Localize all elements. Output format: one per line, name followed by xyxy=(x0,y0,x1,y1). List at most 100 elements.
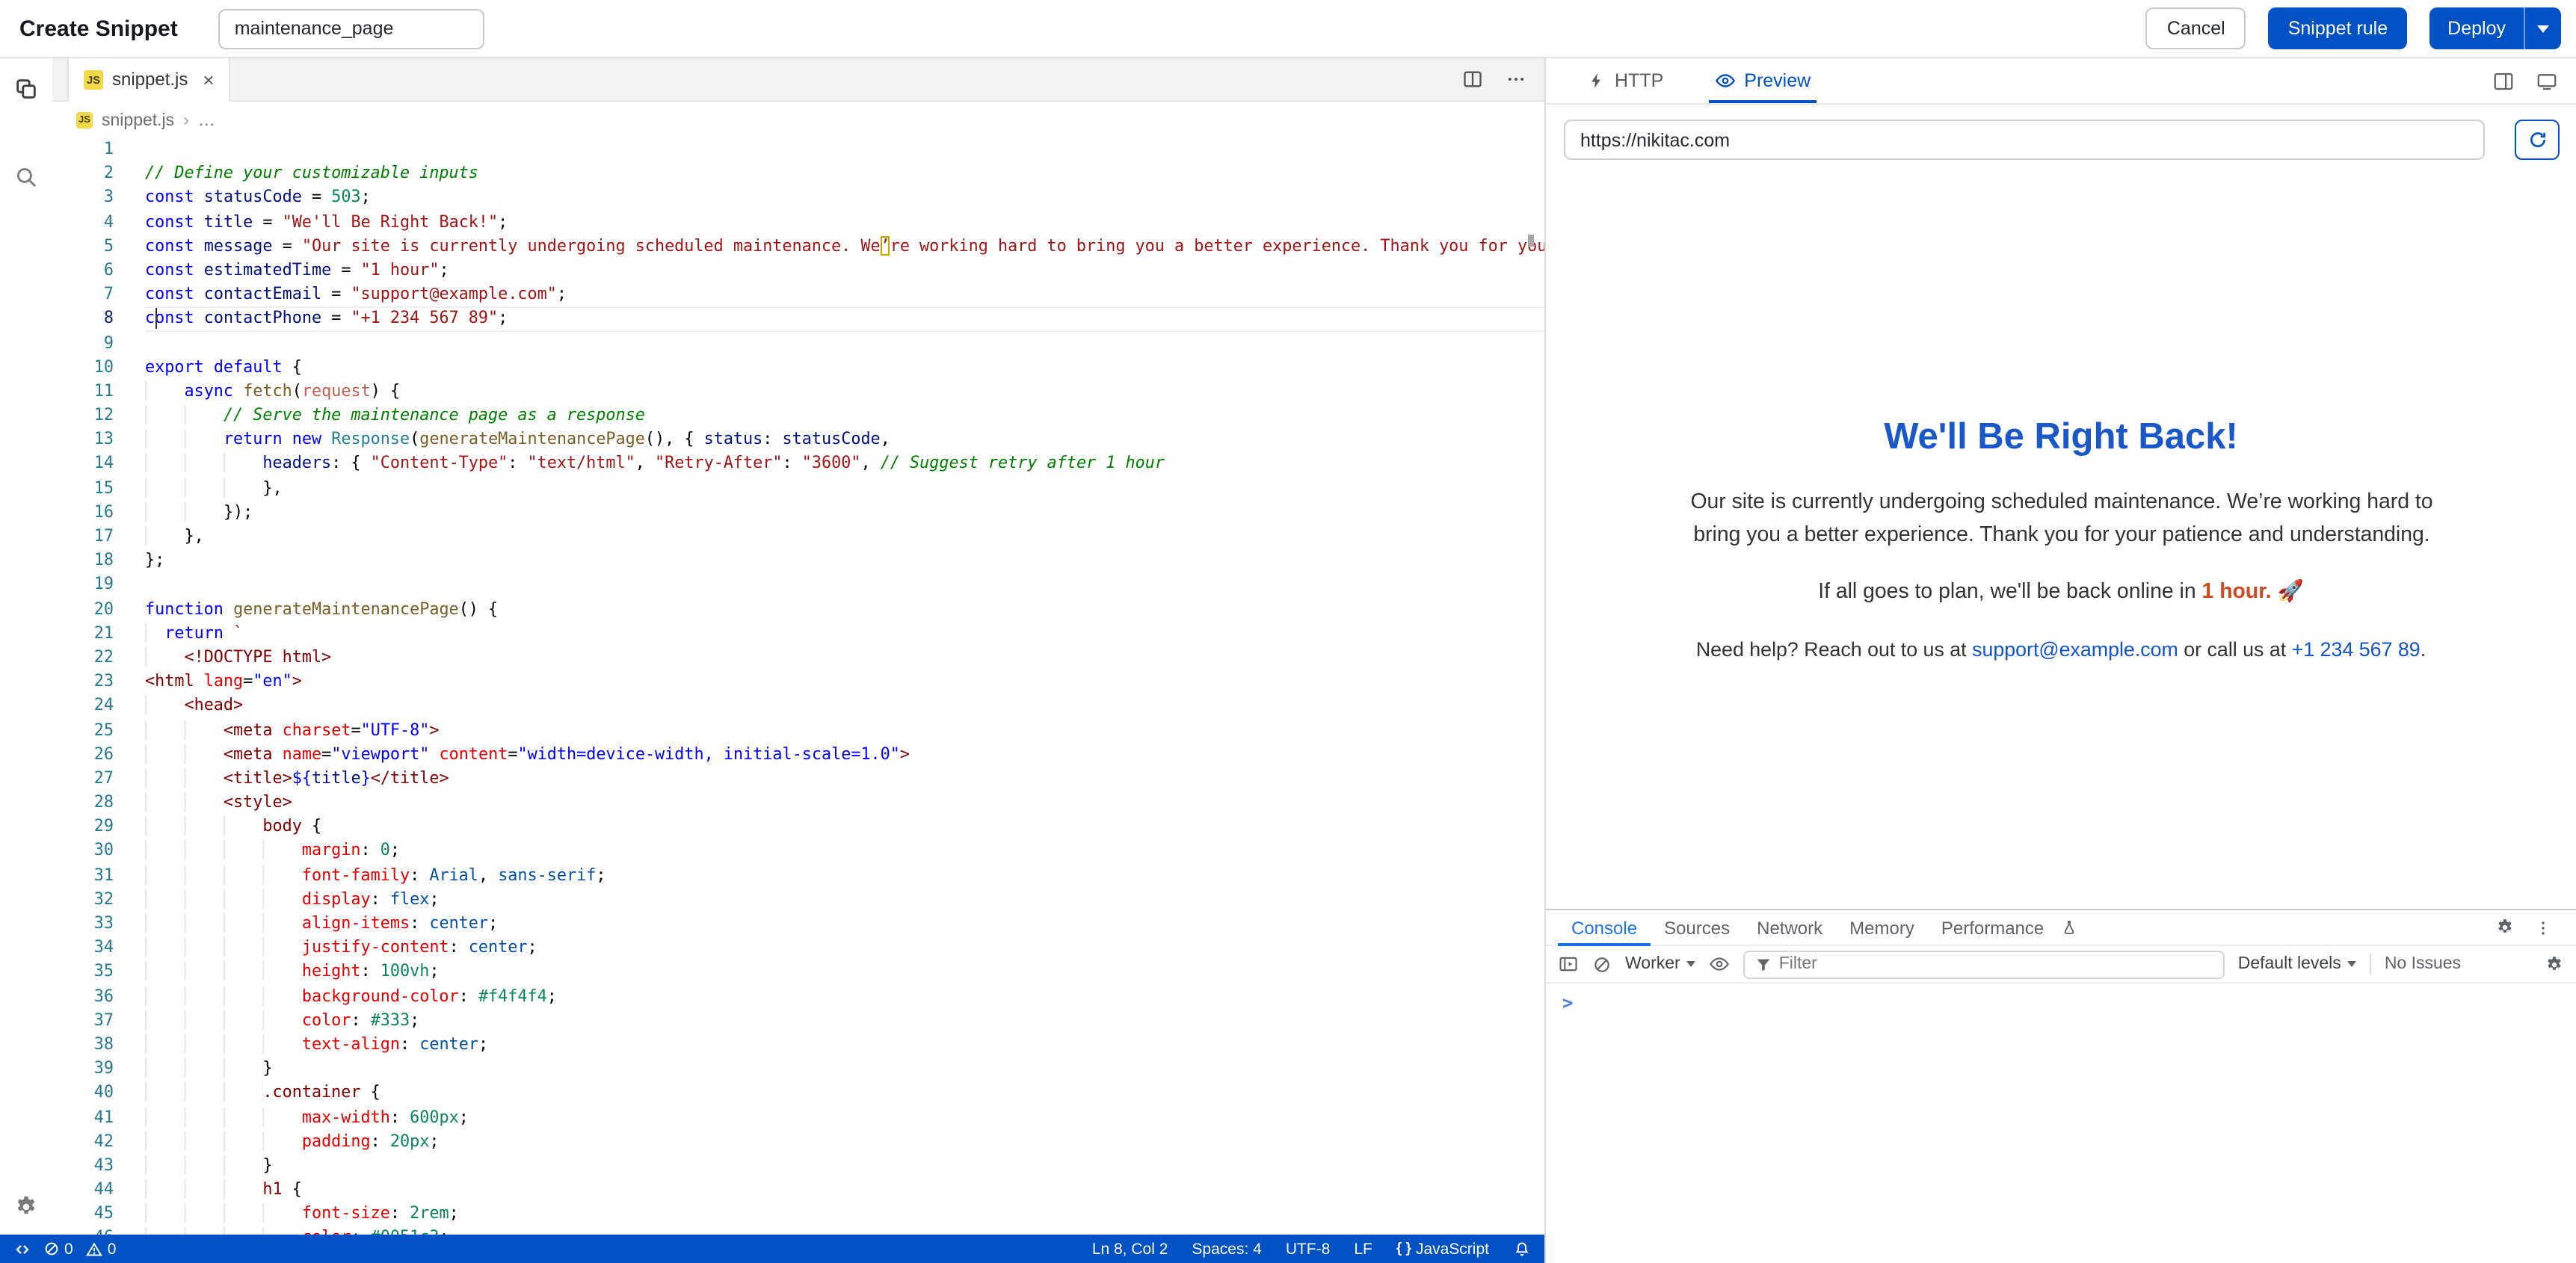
code-line[interactable]: justify-content: center; xyxy=(145,936,1544,960)
snippet-rule-button[interactable]: Snippet rule xyxy=(2269,7,2407,49)
code-line[interactable]: const message = "Our site is currently u… xyxy=(145,235,1544,259)
language-mode[interactable]: { } JavaScript xyxy=(1396,1240,1489,1258)
code-line[interactable]: h1 { xyxy=(145,1178,1544,1202)
code-line[interactable]: return ` xyxy=(145,622,1544,646)
code-line[interactable]: <!DOCTYPE html> xyxy=(145,646,1544,670)
console-sidebar-icon[interactable] xyxy=(1558,954,1579,975)
code-lines[interactable]: // Define your customizable inputsconst … xyxy=(145,138,1544,1235)
code-line[interactable]: <meta charset="UTF-8"> xyxy=(145,718,1544,742)
code-line[interactable]: align-items: center; xyxy=(145,912,1544,936)
preview-url-input[interactable] xyxy=(1564,120,2485,160)
code-line[interactable]: .container { xyxy=(145,1081,1544,1105)
copy-icon[interactable] xyxy=(13,76,39,102)
code-line[interactable]: }); xyxy=(145,501,1544,525)
split-editor-icon[interactable] xyxy=(1462,69,1483,90)
code-line[interactable]: font-size: 2rem; xyxy=(145,1202,1544,1226)
devtools-tab-network[interactable]: Network xyxy=(1743,910,1836,945)
code-line[interactable]: const contactPhone = "+1 234 567 89"; xyxy=(145,307,1544,331)
code-line[interactable]: margin: 0; xyxy=(145,839,1544,863)
devtools-tab-memory[interactable]: Memory xyxy=(1836,910,1928,945)
code-line[interactable]: // Define your customizable inputs xyxy=(145,161,1544,185)
search-icon[interactable] xyxy=(13,164,39,190)
code-line[interactable]: }, xyxy=(145,476,1544,500)
code-line[interactable]: padding: 20px; xyxy=(145,1129,1544,1153)
code-line[interactable]: return new Response(generateMaintenanceP… xyxy=(145,428,1544,452)
more-actions-icon[interactable] xyxy=(1506,69,1526,90)
phone-link[interactable]: +1 234 567 89 xyxy=(2292,638,2421,661)
code-line[interactable]: } xyxy=(145,1057,1544,1081)
indentation[interactable]: Spaces: 4 xyxy=(1192,1240,1261,1258)
context-selector[interactable]: Worker xyxy=(1625,955,1695,973)
code-editor[interactable]: 1234567891011121314151617181920212223242… xyxy=(52,138,1544,1235)
cancel-button[interactable]: Cancel xyxy=(2146,7,2246,49)
code-line[interactable] xyxy=(145,573,1544,597)
bell-icon[interactable] xyxy=(1513,1240,1531,1258)
code-line[interactable]: <title>${title}</title> xyxy=(145,767,1544,791)
filter-input[interactable] xyxy=(1779,955,2213,973)
flask-icon[interactable] xyxy=(2060,918,2078,936)
remote-icon[interactable] xyxy=(13,1240,31,1258)
gear-icon[interactable] xyxy=(2495,918,2515,937)
support-email-link[interactable]: support@example.com xyxy=(1972,638,2178,661)
devtools-tab-sources[interactable]: Sources xyxy=(1651,910,1743,945)
panel-layout-icon[interactable] xyxy=(2492,70,2515,92)
cursor-position[interactable]: Ln 8, Col 2 xyxy=(1092,1240,1168,1258)
code-line[interactable]: }; xyxy=(145,549,1544,572)
console-settings-gear-icon[interactable] xyxy=(2545,954,2564,974)
live-expression-eye-icon[interactable] xyxy=(1709,954,1730,975)
code-line[interactable]: color: #333; xyxy=(145,1009,1544,1033)
code-line[interactable]: font-family: Arial, sans-serif; xyxy=(145,863,1544,887)
code-line[interactable]: text-align: center; xyxy=(145,1033,1544,1057)
close-icon[interactable]: × xyxy=(203,68,214,90)
snippet-name-input[interactable] xyxy=(218,8,484,49)
code-line[interactable]: <html lang="en"> xyxy=(145,670,1544,694)
refresh-button[interactable] xyxy=(2515,120,2560,160)
warnings-indicator[interactable]: 0 xyxy=(85,1240,117,1258)
code-line[interactable] xyxy=(145,138,1544,161)
code-line[interactable]: headers: { "Content-Type": "text/html", … xyxy=(145,452,1544,476)
scrollbar-mark[interactable] xyxy=(1528,235,1534,247)
code-line[interactable]: const title = "We'll Be Right Back!"; xyxy=(145,210,1544,234)
code-line[interactable]: }, xyxy=(145,525,1544,549)
code-line[interactable]: const contactEmail = "support@example.co… xyxy=(145,282,1544,306)
kebab-menu-icon[interactable] xyxy=(2534,918,2552,936)
code-line[interactable]: <style> xyxy=(145,791,1544,815)
eol-sequence[interactable]: LF xyxy=(1354,1240,1372,1258)
code-line[interactable] xyxy=(145,331,1544,355)
tab-preview[interactable]: Preview xyxy=(1708,58,1817,103)
encoding[interactable]: UTF-8 xyxy=(1286,1240,1331,1258)
devtools-tab-performance[interactable]: Performance xyxy=(1928,910,2057,945)
errors-indicator[interactable]: 0 xyxy=(43,1240,73,1258)
tab-snippet-js[interactable]: JS snippet.js × xyxy=(67,57,231,102)
clear-console-icon[interactable] xyxy=(1592,954,1612,974)
code-line[interactable]: const statusCode = 503; xyxy=(145,186,1544,210)
code-line[interactable]: export default { xyxy=(145,355,1544,379)
code-line[interactable]: body { xyxy=(145,815,1544,839)
code-line[interactable]: } xyxy=(145,1154,1544,1178)
code-line[interactable]: async fetch(request) { xyxy=(145,380,1544,404)
issues-counter[interactable]: No Issues xyxy=(2385,955,2461,973)
console-prompt[interactable]: > xyxy=(1562,992,1573,1013)
code-line[interactable]: color: #0051c3; xyxy=(145,1226,1544,1235)
code-line[interactable]: const estimatedTime = "1 hour"; xyxy=(145,259,1544,282)
devtools-tab-console[interactable]: Console xyxy=(1558,910,1651,945)
code-line[interactable]: <meta name="viewport" content="width=dev… xyxy=(145,742,1544,766)
code-line[interactable]: max-width: 600px; xyxy=(145,1105,1544,1129)
code-line[interactable]: function generateMaintenancePage() { xyxy=(145,597,1544,621)
code-line[interactable]: <head> xyxy=(145,694,1544,718)
code-line[interactable]: background-color: #f4f4f4; xyxy=(145,984,1544,1008)
breadcrumb-more[interactable]: … xyxy=(198,111,215,129)
code-line[interactable]: // Serve the maintenance page as a respo… xyxy=(145,404,1544,427)
deploy-dropdown-button[interactable] xyxy=(2524,7,2561,49)
code-line[interactable]: display: flex; xyxy=(145,888,1544,912)
code-line[interactable]: height: 100vh; xyxy=(145,960,1544,984)
deploy-button-label[interactable]: Deploy xyxy=(2429,7,2524,49)
log-levels-dropdown[interactable]: Default levels xyxy=(2238,955,2356,973)
tab-http[interactable]: HTTP xyxy=(1582,58,1669,103)
console-filter[interactable] xyxy=(1743,950,2225,978)
console-output[interactable]: > xyxy=(1546,983,2576,1013)
breadcrumb-file[interactable]: snippet.js xyxy=(102,111,174,129)
deploy-button[interactable]: Deploy xyxy=(2429,7,2561,49)
device-icon[interactable] xyxy=(2536,70,2558,92)
gear-icon[interactable] xyxy=(13,1194,39,1220)
